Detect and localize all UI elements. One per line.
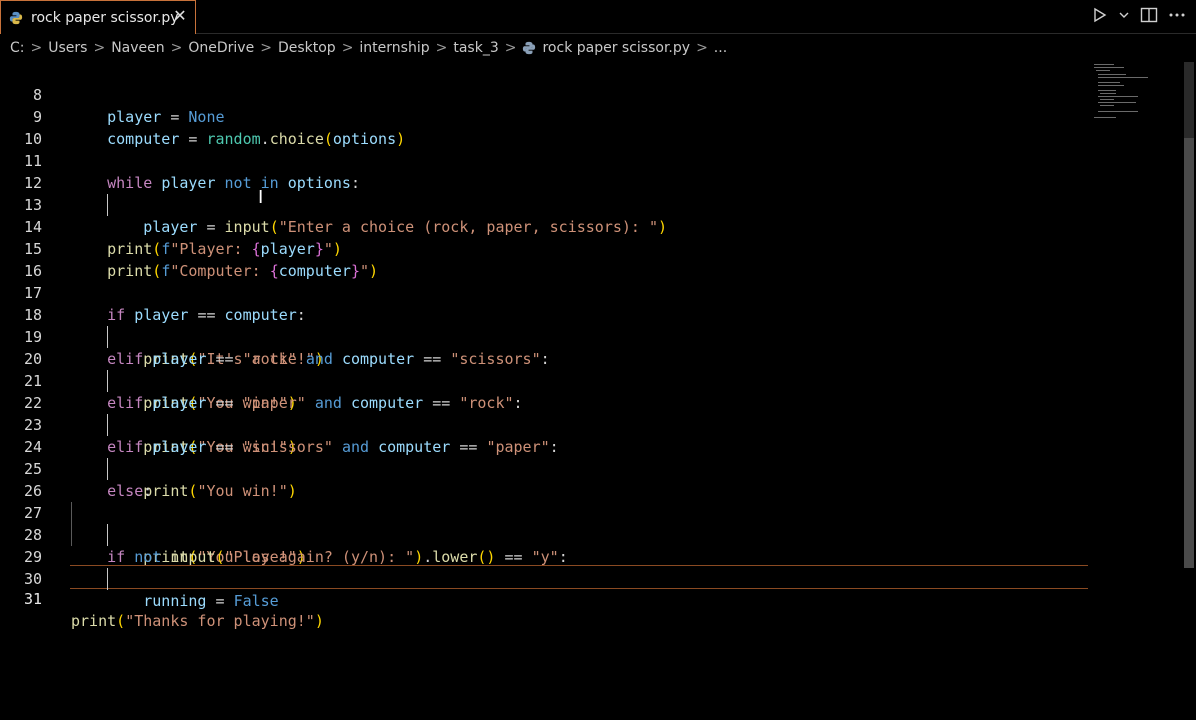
code-line: 11 while player not in options: (0, 128, 1090, 192)
breadcrumb-item[interactable]: Users (48, 40, 87, 56)
ellipsis-icon (1169, 13, 1185, 17)
scroll-thumb[interactable] (1184, 138, 1194, 568)
code-line: 30 (0, 546, 1090, 588)
minimap-line (1098, 90, 1116, 91)
line-content: print("Thanks for playing!") (71, 612, 324, 630)
chevron-right-icon: > (260, 40, 272, 56)
minimap-line (1098, 96, 1138, 97)
chevron-right-icon: > (341, 40, 354, 56)
breadcrumb-more[interactable]: ... (714, 40, 727, 56)
code-line: 12 player = input("Enter a choice (rock,… (0, 150, 1090, 236)
line-number-active: 31 (23, 590, 42, 608)
minimap-line (1098, 82, 1120, 83)
split-editor-button[interactable] (1140, 7, 1158, 23)
code-line: 9 computer = random.choice(options) (0, 84, 1090, 148)
chevron-right-icon: > (170, 40, 183, 56)
text-cursor-icon: Ⅰ (258, 187, 264, 208)
breadcrumb-item[interactable]: internship (359, 40, 429, 56)
close-tab-icon[interactable]: ✕ (171, 7, 189, 25)
minimap-line (1100, 93, 1116, 94)
minimap-line (1098, 74, 1126, 75)
code-line: 15 print(f"Computer: {computer}") (0, 216, 1090, 280)
breadcrumb-file-label: rock paper scissor.py (542, 40, 691, 56)
minimap-line (1096, 70, 1110, 71)
split-editor-icon (1140, 7, 1158, 23)
minimap-line (1094, 117, 1116, 118)
code-line: 26 print("You lose!") (0, 458, 1090, 566)
code-line: 8 player = None (0, 62, 1090, 126)
minimap-line (1094, 67, 1124, 68)
chevron-right-icon: > (696, 40, 708, 56)
code-line: 14 print(f"Player: {player}") (0, 194, 1090, 258)
vertical-scrollbar[interactable] (1182, 62, 1196, 720)
code-line: 31 print("Thanks for playing!") (0, 566, 1090, 630)
breadcrumb-item[interactable]: OneDrive (188, 40, 254, 56)
breadcrumb-file[interactable]: rock paper scissor.py (522, 40, 690, 56)
code-line: 23 elif player == "scissors" and compute… (0, 392, 1090, 456)
minimap-line (1094, 64, 1114, 65)
minimap-line (1098, 102, 1136, 103)
code-line: 25 else: (0, 436, 1090, 500)
editor-actions (1092, 0, 1186, 30)
code-line: 22 print("You win!") (0, 370, 1090, 456)
scroll-track (1184, 62, 1194, 138)
chevron-down-icon (1119, 12, 1129, 18)
play-icon (1094, 7, 1107, 23)
editor-tab[interactable]: rock paper scissor.py ✕ (0, 0, 196, 34)
code-line: 10 (0, 106, 1090, 148)
run-options-dropdown[interactable] (1118, 9, 1130, 21)
minimap-line (1100, 105, 1114, 106)
more-actions-button[interactable] (1168, 7, 1186, 23)
code-editor[interactable]: 8 player = None 9 computer = random.choi… (0, 62, 1182, 720)
tab-title: rock paper scissor.py (31, 9, 179, 26)
minimap-line (1098, 77, 1148, 78)
code-line: 21 elif player == "paper" and computer =… (0, 348, 1090, 412)
code-line: 29 running = False (0, 524, 1090, 610)
line-content: running = False (143, 592, 279, 610)
minimap-line (1098, 111, 1138, 112)
chevron-right-icon: > (30, 40, 43, 56)
code-line: 24 print("You win!") (0, 414, 1090, 500)
chevron-right-icon: > (93, 40, 106, 56)
chevron-right-icon: > (504, 40, 517, 56)
run-button[interactable] (1092, 7, 1108, 23)
breadcrumb-item[interactable]: Desktop (278, 40, 336, 56)
code-line: 20 print("You win!") (0, 326, 1090, 412)
minimap[interactable] (1092, 62, 1182, 122)
code-line: 16 (0, 238, 1090, 280)
breadcrumb: C: > Users > Naveen > OneDrive > Desktop > in… (0, 36, 1196, 60)
chevron-right-icon: > (435, 40, 448, 56)
breadcrumb-item[interactable]: task_3 (453, 40, 498, 56)
code-line: 27 (0, 480, 1090, 546)
code-line: 18 print("It's a tie!") (0, 282, 1090, 368)
code-line: 28 if not input("Play again? (y/n): ").l… (0, 502, 1090, 566)
code-line: 19 elif player == "rock" and computer ==… (0, 304, 1090, 368)
code-line: 17 if player == computer: (0, 260, 1090, 324)
python-file-icon (9, 11, 23, 24)
minimap-line (1098, 85, 1124, 86)
breadcrumb-item[interactable]: C: (10, 40, 25, 56)
tab-bar: rock paper scissor.py ✕ (0, 0, 1196, 34)
python-file-icon (523, 41, 536, 55)
code-line: 13 (0, 172, 1090, 214)
minimap-line (1100, 99, 1114, 100)
breadcrumb-item[interactable]: Naveen (111, 40, 164, 56)
